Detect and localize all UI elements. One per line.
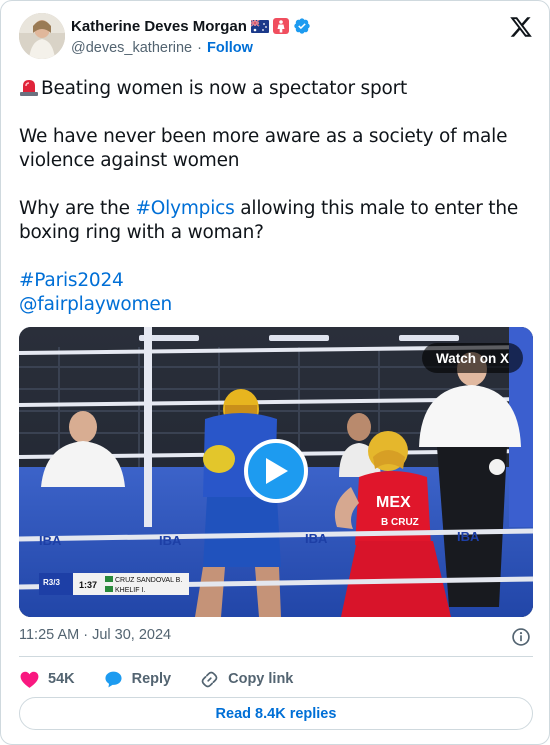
tweet-line-3: Why are the #Olympics allowing this male… [19,197,533,245]
follow-button[interactable]: Follow [207,40,253,56]
scoreboard-round: R3/3 [43,578,60,587]
copy-link-button[interactable]: Copy link [199,669,293,690]
reply-label: Reply [131,671,172,687]
action-bar: 54K Reply Copy link [19,665,321,693]
reply-bubble-icon [105,671,122,687]
tweet-line-1: Beating women is now a spectator sport [19,77,533,101]
tweet-line-2: We have never been more aware as a socie… [19,126,508,171]
handle-row: @deves_katherine · Follow [71,40,253,56]
banner-text-1: IBA [39,533,62,548]
author-name[interactable]: Katherine Deves Morgan [71,18,247,35]
play-button[interactable] [244,439,308,503]
like-button[interactable]: 54K [19,669,75,690]
woman-symbol-icon [272,18,289,34]
avatar[interactable] [19,13,65,59]
tweet-header: Katherine Deves Morgan @deves_katherine … [19,13,533,63]
hashtag-paris2024-line: #Paris2024 [19,269,533,293]
australia-flag-icon [250,18,269,33]
scoreboard-fighter-1: CRUZ SANDOVAL B. [115,577,182,584]
siren-icon [19,77,39,97]
x-logo-icon[interactable] [509,15,533,39]
play-icon [266,458,288,484]
verified-badge-icon [293,17,311,35]
banner-text-2: IBA [159,533,182,548]
divider [19,656,533,657]
hashtag-paris2024[interactable]: #Paris2024 [19,270,124,291]
line3-prefix: Why are the [19,198,136,219]
tweet-text: Beating women is now a spectator sport W… [19,77,533,317]
banner-text-3: IBA [305,531,328,546]
banner-text-4: IBA [457,529,480,544]
read-replies-button[interactable]: Read 8.4K replies [19,697,533,730]
scoreboard-time: 1:37 [79,580,97,590]
separator-dot: · [197,40,202,56]
author-handle[interactable]: @deves_katherine [71,40,192,56]
heart-icon [20,671,39,688]
mention-line: @fairplaywomen [19,293,533,317]
info-icon[interactable] [511,627,531,647]
shirt-name: B CRUZ [381,517,419,528]
like-count: 54K [48,671,75,687]
mention-fairplaywomen[interactable]: @fairplaywomen [19,294,172,315]
watch-on-x-button[interactable]: Watch on X [422,343,523,373]
tweet-card: Katherine Deves Morgan @deves_katherine … [0,0,550,745]
tweet-timestamp[interactable]: 11:25 AM · Jul 30, 2024 [19,627,171,643]
reply-button[interactable]: Reply [103,669,172,690]
video-player[interactable]: IBA IBA IBA IBA MEX B CRUZ R3/3 1:37 CRU… [19,327,533,617]
link-icon [201,671,218,687]
tweet-line-1-text: Beating women is now a spectator sport [41,78,408,99]
shirt-country: MEX [376,494,411,511]
hashtag-olympics[interactable]: #Olympics [136,198,235,219]
scoreboard-fighter-2: KHELIF I. [115,587,145,594]
name-row: Katherine Deves Morgan [71,17,311,35]
copy-link-label: Copy link [228,671,294,687]
